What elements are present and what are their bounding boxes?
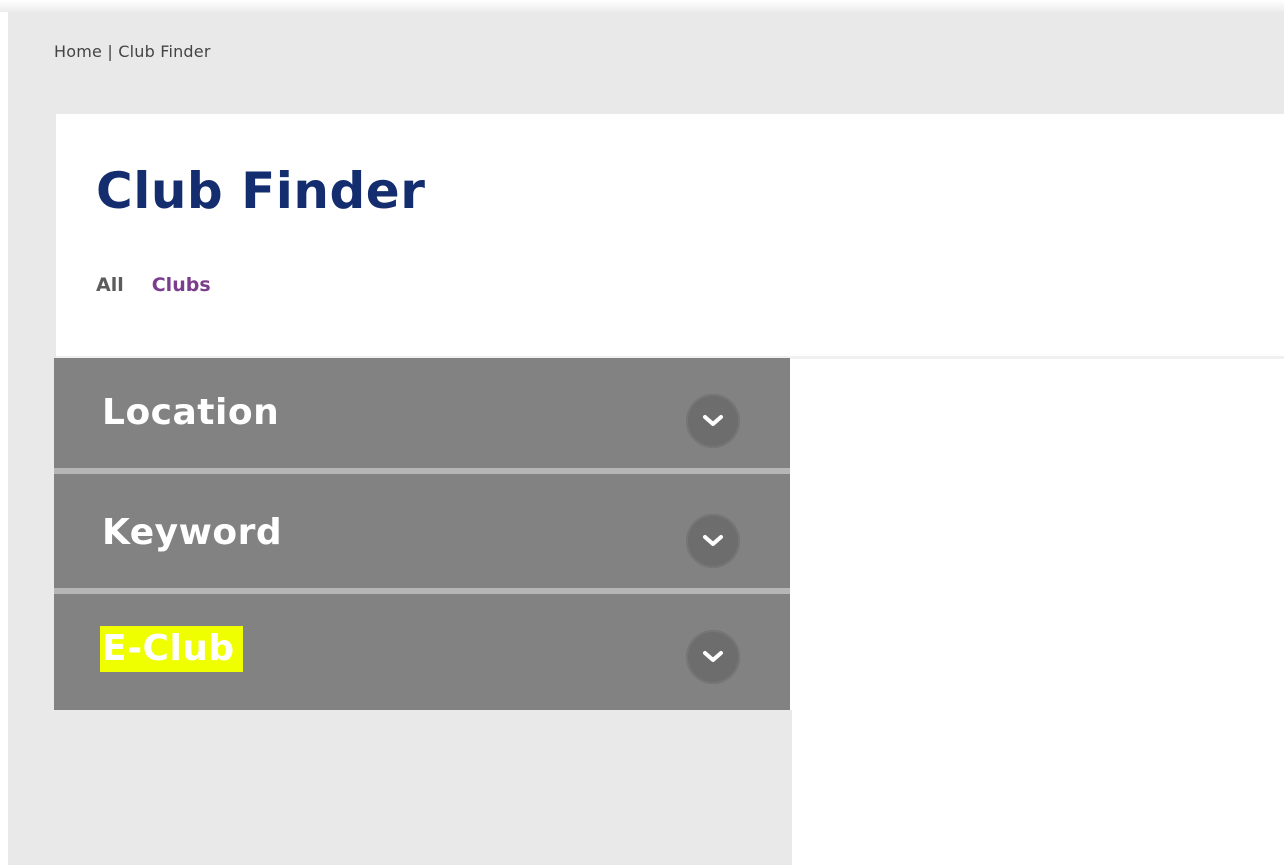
filter-accordion: Location Keyword E-Club [54,358,790,710]
chevron-down-icon[interactable] [686,630,740,684]
breadcrumb[interactable]: Home | Club Finder [54,42,211,61]
filter-location-label: Location [102,392,280,433]
filter-location[interactable]: Location [54,358,790,468]
divider [54,468,790,474]
breadcrumb-bar: Home | Club Finder [8,12,1284,114]
page: Home | Club Finder Club Finder All Clubs… [0,0,1284,865]
tabs: All Clubs [96,274,211,296]
chevron-down-icon[interactable] [686,514,740,568]
sidebar-background [8,710,792,865]
filter-keyword-label: Keyword [102,512,283,553]
filter-e-club[interactable]: E-Club [54,594,790,704]
top-edge [0,0,1284,12]
tab-clubs[interactable]: Clubs [152,274,211,296]
page-title: Club Finder [96,162,426,220]
chevron-down-icon[interactable] [686,394,740,448]
filter-e-club-label: E-Club [100,626,243,672]
tab-all[interactable]: All [96,274,124,296]
header-card: Club Finder All Clubs [56,114,1284,359]
filter-keyword[interactable]: Keyword [54,478,790,588]
